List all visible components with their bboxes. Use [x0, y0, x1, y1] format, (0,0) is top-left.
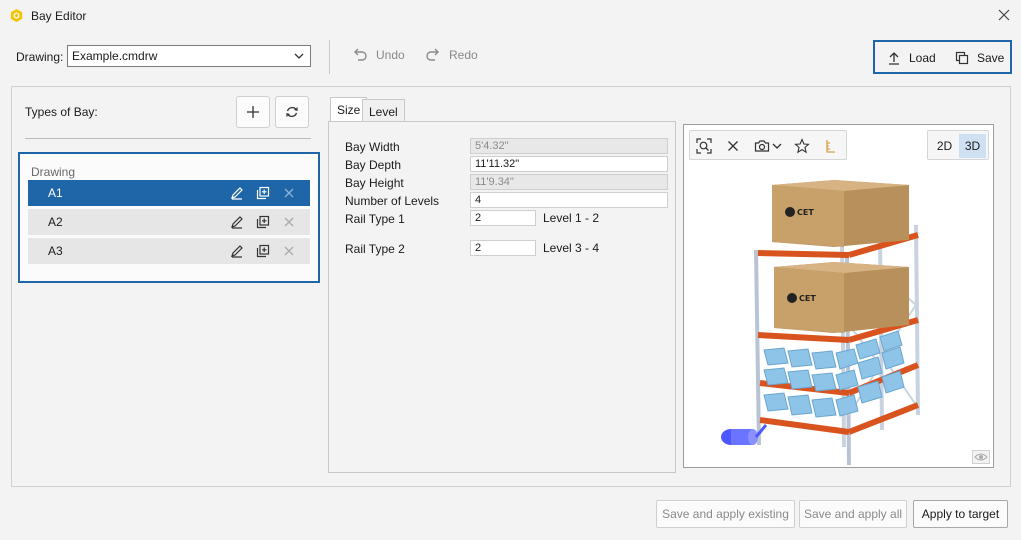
- bay-width-field[interactable]: 5'4.32": [470, 138, 668, 154]
- rail-type-2-label: Rail Type 2: [345, 242, 405, 256]
- undo-icon: [354, 48, 367, 61]
- preview-viewport[interactable]: 2D 3D CET CET: [683, 124, 994, 468]
- bay-depth-field[interactable]: 11'11.32": [470, 156, 668, 172]
- bay-row-a3[interactable]: A3: [28, 238, 310, 264]
- bay-depth-label: Bay Depth: [345, 158, 402, 172]
- close-icon[interactable]: [997, 8, 1011, 22]
- rail-type-1-range: Level 1 - 2: [543, 211, 600, 225]
- types-of-bay-label: Types of Bay:: [25, 105, 98, 119]
- bay-width-label: Bay Width: [345, 140, 400, 154]
- levels-field[interactable]: 4: [470, 192, 668, 208]
- drawing-select[interactable]: Example.cmdrw: [67, 45, 311, 67]
- save-label: Save: [977, 51, 1005, 65]
- bay-name: A3: [48, 244, 63, 258]
- save-apply-existing-button[interactable]: Save and apply existing: [656, 500, 795, 528]
- rack-3d-model: CET CET: [721, 180, 920, 466]
- bay-name: A2: [48, 215, 63, 229]
- bay-height-label: Bay Height: [345, 176, 404, 190]
- save-copy-icon: [955, 51, 969, 65]
- edit-icon[interactable]: [230, 244, 244, 258]
- duplicate-icon[interactable]: [256, 186, 270, 200]
- rail-type-1-field[interactable]: 2: [470, 210, 536, 226]
- box-logo-text: CET: [799, 294, 816, 303]
- plus-icon: [247, 106, 259, 118]
- left-divider: [25, 138, 311, 139]
- toolbar: Drawing: Example.cmdrw Undo Redo Load Sa…: [0, 36, 1021, 78]
- save-apply-all-button[interactable]: Save and apply all: [799, 500, 907, 528]
- rail-type-1-label: Rail Type 1: [345, 212, 405, 226]
- load-button[interactable]: Load: [887, 51, 936, 65]
- redo-button[interactable]: Redo: [425, 48, 478, 62]
- hexagon-logo-icon: [10, 8, 23, 23]
- duplicate-icon[interactable]: [256, 215, 270, 229]
- undo-button[interactable]: Undo: [352, 48, 405, 62]
- load-save-group: Load Save: [873, 40, 1012, 74]
- redo-label: Redo: [449, 48, 478, 62]
- chevron-down-icon: [294, 53, 304, 59]
- box-logo-text: CET: [797, 208, 814, 217]
- delete-icon[interactable]: [282, 244, 296, 258]
- load-label: Load: [909, 51, 936, 65]
- window-title: Bay Editor: [31, 9, 87, 23]
- delete-icon[interactable]: [282, 186, 296, 200]
- undo-label: Undo: [376, 48, 405, 62]
- bay-height-field[interactable]: 11'9.34": [470, 174, 668, 190]
- edit-icon[interactable]: [230, 215, 244, 229]
- add-bay-button[interactable]: [236, 96, 270, 128]
- save-button[interactable]: Save: [955, 51, 1004, 65]
- toolbar-divider: [329, 40, 330, 74]
- levels-label: Number of Levels: [345, 194, 440, 208]
- bay-row-a1[interactable]: A1: [28, 180, 310, 206]
- apply-to-target-button[interactable]: Apply to target: [913, 500, 1008, 528]
- delete-icon[interactable]: [282, 215, 296, 229]
- bay-list: Drawing A1 A2 A3: [18, 152, 320, 283]
- refresh-icon: [286, 106, 298, 118]
- edit-icon[interactable]: [230, 186, 244, 200]
- tab-level[interactable]: Level: [362, 99, 405, 121]
- bay-name: A1: [48, 186, 63, 200]
- upload-icon: [889, 52, 899, 65]
- group-label: Drawing: [31, 165, 76, 179]
- refresh-bay-button[interactable]: [275, 96, 309, 128]
- drawing-label: Drawing:: [16, 50, 64, 64]
- title-bar: Bay Editor: [0, 0, 1021, 32]
- redo-icon: [426, 48, 439, 61]
- rail-type-2-range: Level 3 - 4: [543, 241, 600, 255]
- duplicate-icon[interactable]: [256, 244, 270, 258]
- bay-row-a2[interactable]: A2: [28, 209, 310, 235]
- visibility-eye-icon[interactable]: [972, 450, 990, 464]
- rail-type-2-field[interactable]: 2: [470, 240, 536, 256]
- drawing-select-value: Example.cmdrw: [72, 49, 158, 63]
